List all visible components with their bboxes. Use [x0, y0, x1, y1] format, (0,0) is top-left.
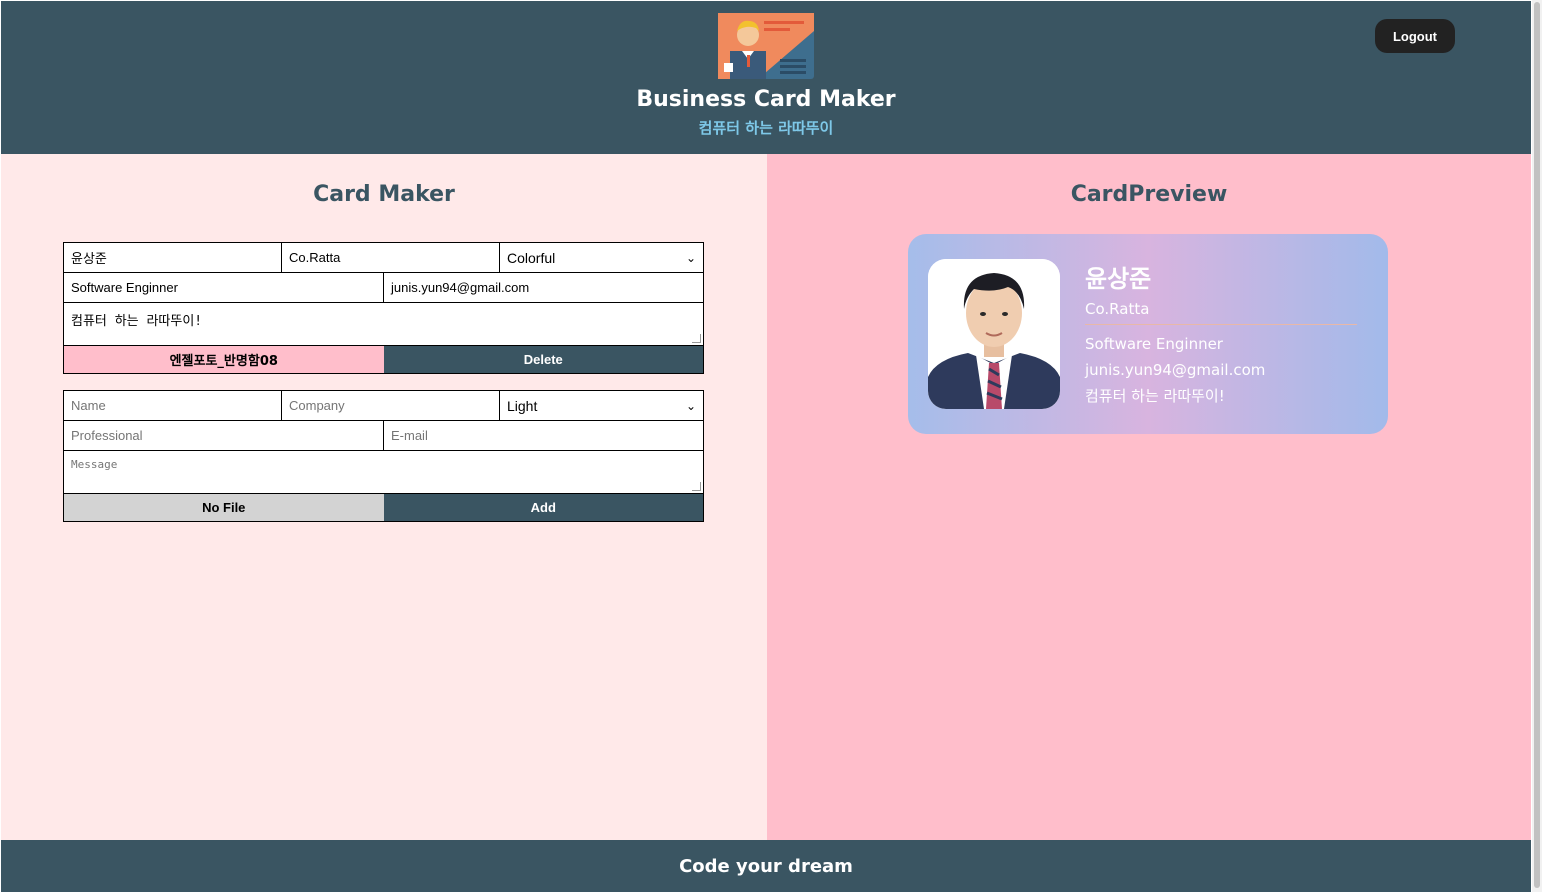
- card-company: Co.Ratta: [1085, 300, 1357, 325]
- form-row: 컴퓨터 하는 라따뚜이!: [64, 303, 703, 346]
- card-preview-panel: CardPreview 윤상준 Co.Ratta Software Enginn…: [767, 154, 1531, 840]
- footer: Code your dream: [1, 840, 1531, 892]
- card-preview-title: CardPreview: [1070, 182, 1228, 207]
- name-input[interactable]: Name: [64, 391, 282, 420]
- company-input[interactable]: Company: [282, 391, 500, 420]
- chevron-down-icon: ⌄: [685, 250, 696, 265]
- card-message: 컴퓨터 하는 라따뚜이!: [1085, 387, 1225, 405]
- file-upload-button[interactable]: No File: [64, 494, 384, 521]
- vertical-scrollbar[interactable]: [1532, 0, 1542, 892]
- name-input[interactable]: 윤상준: [64, 243, 282, 272]
- card-maker-title: Card Maker: [313, 182, 455, 207]
- add-button[interactable]: Add: [383, 494, 703, 521]
- form-row: Professional E-mail: [64, 421, 703, 451]
- theme-select[interactable]: Colorful ⌄: [500, 243, 703, 272]
- main: Card Maker 윤상준 Co.Ratta Colorful ⌄ Softw…: [1, 154, 1531, 840]
- message-placeholder: Message: [71, 458, 118, 471]
- delete-button[interactable]: Delete: [383, 346, 703, 373]
- theme-select[interactable]: Light ⌄: [500, 391, 703, 420]
- app: Business Card Maker 컴퓨터 하는 라따뚜이 Logout C…: [1, 1, 1531, 892]
- resize-handle-icon[interactable]: [692, 482, 701, 491]
- form-row: 윤상준 Co.Ratta Colorful ⌄: [64, 243, 703, 273]
- business-card-logo-icon: [718, 13, 814, 79]
- form-row: Name Company Light ⌄: [64, 391, 703, 421]
- form-row: Message: [64, 451, 703, 494]
- card-name: 윤상준: [1085, 265, 1152, 293]
- message-textarea[interactable]: Message: [64, 451, 703, 493]
- title-input[interactable]: Professional: [64, 421, 384, 450]
- profile-photo: [928, 259, 1060, 409]
- form-row: Software Enginner junis.yun94@gmail.com: [64, 273, 703, 303]
- header: Business Card Maker 컴퓨터 하는 라따뚜이 Logout: [1, 1, 1531, 154]
- card-edit-form: 윤상준 Co.Ratta Colorful ⌄ Software Enginne…: [63, 242, 704, 374]
- logout-button[interactable]: Logout: [1375, 19, 1455, 53]
- card-maker-panel: Card Maker 윤상준 Co.Ratta Colorful ⌄ Softw…: [1, 154, 767, 840]
- theme-select-value: Colorful: [507, 249, 556, 266]
- app-subtitle: 컴퓨터 하는 라따뚜이: [698, 119, 834, 137]
- file-upload-button[interactable]: 엔젤포토_반명함08: [64, 346, 384, 373]
- card-add-form: Name Company Light ⌄ Professional E-mail…: [63, 390, 704, 522]
- email-input[interactable]: junis.yun94@gmail.com: [384, 273, 703, 302]
- resize-handle-icon[interactable]: [692, 334, 701, 343]
- title-input[interactable]: Software Enginner: [64, 273, 384, 302]
- card-info: 윤상준 Co.Ratta Software Enginner junis.yun…: [1085, 264, 1357, 409]
- message-text: 컴퓨터 하는 라따뚜이!: [71, 314, 203, 329]
- form-buttons: No File Add: [64, 494, 703, 521]
- form-buttons: 엔젤포토_반명함08 Delete: [64, 346, 703, 373]
- business-card[interactable]: 윤상준 Co.Ratta Software Enginner junis.yun…: [908, 234, 1388, 434]
- person-portrait-icon: [928, 259, 1060, 409]
- message-textarea[interactable]: 컴퓨터 하는 라따뚜이!: [64, 303, 703, 345]
- scrollbar-thumb[interactable]: [1534, 2, 1540, 888]
- email-input[interactable]: E-mail: [384, 421, 703, 450]
- app-title: Business Card Maker: [636, 87, 896, 112]
- theme-select-value: Light: [507, 397, 538, 414]
- card-title: Software Enginner: [1085, 335, 1223, 353]
- card-email: junis.yun94@gmail.com: [1085, 361, 1266, 379]
- chevron-down-icon: ⌄: [685, 398, 696, 413]
- company-input[interactable]: Co.Ratta: [282, 243, 500, 272]
